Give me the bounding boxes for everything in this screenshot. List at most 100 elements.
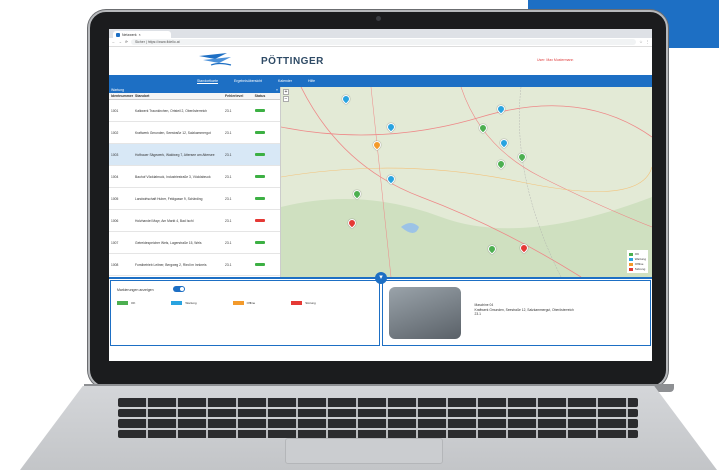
status-chip[interactable]: Wartung — [171, 301, 197, 305]
row-location: Forstbetrieb Leitner, Bergweg 2, Ried im… — [135, 262, 207, 267]
status-indicator — [255, 109, 265, 112]
row-id: 1008 — [111, 262, 119, 267]
zoom-out-button[interactable]: − — [283, 96, 289, 102]
keyboard-row — [118, 419, 638, 428]
chip-swatch — [117, 301, 128, 305]
column-level[interactable]: Fehlerlevel — [215, 94, 249, 98]
table-title: Wartung — [111, 88, 125, 92]
legend-swatch — [628, 252, 633, 256]
filter-icon[interactable]: ▾ — [375, 272, 387, 284]
legend-swatch — [628, 262, 633, 266]
machine-info: Maschine 04 Kraftwerk Gmunden, Seestraße… — [475, 303, 625, 317]
url-input[interactable]: Sicher | https://www.fidelio.at — [130, 39, 637, 45]
chip-swatch — [232, 301, 244, 305]
row-level: 23.1 — [225, 174, 232, 179]
marker-settings-panel: Markierungen anzeigen OK Wartung Offline St… — [110, 280, 380, 346]
table-row[interactable]: 1006 Holzhandel Mayr, Am Markt 4, Bad Isc… — [109, 210, 280, 232]
collapse-icon[interactable]: « — [276, 88, 278, 92]
machine-level: 23.1 — [474, 312, 481, 316]
row-location: Kraftwerk Gmunden, Seestraße 12, Salzkam… — [135, 130, 211, 135]
close-tab-icon[interactable]: × — [139, 33, 141, 37]
table-row[interactable]: 1002 Kraftwerk Gmunden, Seestraße 12, Sal… — [109, 122, 280, 144]
table-row[interactable]: 1003 Hofbauer Sägewerk, Waldweg 7, Atters… — [109, 144, 280, 166]
row-location: Holzhandel Mayr, Am Markt 4, Bad Ischl — [135, 218, 194, 223]
status-chips: OK Wartung Offline Störung — [117, 301, 316, 305]
row-id: 1001 — [111, 108, 119, 113]
keyboard-row — [118, 429, 638, 438]
url-text: Sicher | https://www.fidelio.at — [134, 40, 180, 44]
row-location: Getreidespeicher Wels, Lagerstraße 15, W… — [135, 240, 202, 245]
chip-label: Wartung — [185, 301, 197, 305]
fidelio-logo — [199, 53, 232, 66]
row-status — [249, 153, 271, 156]
table-row[interactable]: 1001 Kalkwerk Traunkirchen, Ortsteil 2, O… — [109, 100, 280, 122]
column-status[interactable]: Status — [249, 94, 271, 98]
table-row[interactable]: 1004 Bauhof Vöcklabruck, Industriestraße … — [109, 166, 280, 188]
chip-swatch — [291, 301, 303, 305]
main-content: Wartung « Identnummer Standort Fehlerlev… — [109, 87, 652, 277]
keyboard-row — [118, 408, 638, 417]
status-chip[interactable]: OK — [117, 301, 135, 305]
user-label[interactable]: User: Max Mustermann — [537, 58, 573, 62]
nav-map[interactable]: Standortkarte — [197, 79, 219, 84]
table-row[interactable]: 1007 Getreidespeicher Wels, Lagerstraße 1… — [109, 232, 280, 254]
row-level: 23.1 — [225, 152, 232, 157]
zoom-control: + − — [283, 89, 289, 102]
back-icon[interactable]: ← — [112, 40, 116, 44]
status-chip[interactable]: Störung — [291, 301, 316, 305]
star-icon[interactable]: ☆ — [639, 40, 642, 44]
legend-item: Wartung — [628, 257, 646, 261]
status-indicator — [255, 219, 265, 222]
table-row[interactable]: 1005 Landwirtschaft Huber, Feldgasse 9, S… — [109, 188, 280, 210]
row-status — [249, 219, 271, 222]
table-body: 1001 Kalkwerk Traunkirchen, Ortsteil 2, O… — [109, 100, 280, 276]
row-level: 23.1 — [225, 262, 232, 267]
column-id[interactable]: Identnummer — [109, 94, 135, 98]
legend-item: Offline — [628, 262, 646, 266]
menu-icon[interactable]: ⋮ — [646, 40, 650, 44]
nav-help[interactable]: Hilfe — [308, 79, 315, 83]
map-view[interactable]: + − OK Wartung Offline Störung — [281, 87, 652, 277]
legend-item: OK — [628, 252, 646, 256]
table-header: Identnummer Standort Fehlerlevel Status — [109, 93, 280, 100]
column-location[interactable]: Standort — [135, 94, 215, 98]
main-nav: Standortkarte Ergebnisübersicht Kalender… — [109, 75, 652, 87]
row-level: 23.1 — [225, 130, 232, 135]
row-id: 1005 — [111, 196, 119, 201]
toggle-label: Markierungen anzeigen — [117, 288, 154, 292]
row-location: Landwirtschaft Huber, Feldgasse 9, Schär… — [135, 196, 203, 201]
site-header: PÖTTINGER User: Max Mustermann — [109, 47, 652, 75]
machine-detail-panel: Maschine 04 Kraftwerk Gmunden, Seestraße… — [381, 280, 651, 346]
legend-item: Störung — [628, 267, 646, 271]
row-id: 1002 — [111, 130, 119, 135]
row-level: 23.1 — [225, 240, 232, 245]
forward-icon[interactable]: → — [119, 40, 123, 44]
machine-table: Wartung « Identnummer Standort Fehlerlev… — [109, 87, 281, 277]
bottom-panel: ▾ Markierungen anzeigen OK Wartung Offline… — [109, 272, 652, 347]
status-indicator — [255, 263, 265, 266]
row-location: Kalkwerk Traunkirchen, Ortsteil 2, Oberö… — [135, 108, 208, 113]
zoom-in-button[interactable]: + — [283, 89, 289, 95]
legend-label: Störung — [634, 267, 646, 271]
status-indicator — [255, 153, 265, 156]
status-indicator — [255, 197, 265, 200]
chip-label: Störung — [305, 301, 316, 305]
table-row[interactable]: 1008 Forstbetrieb Leitner, Bergweg 2, Rie… — [109, 254, 280, 276]
nav-overview[interactable]: Ergebnisübersicht — [234, 79, 262, 83]
legend-label: Offline — [634, 262, 644, 266]
row-id: 1007 — [111, 240, 119, 245]
browser-tab[interactable]: Netzwerk × — [113, 31, 171, 38]
markers-toggle[interactable] — [173, 286, 185, 292]
reload-icon[interactable]: ⟳ — [125, 40, 128, 44]
map-background — [281, 87, 652, 277]
screen-bottom-bar — [109, 361, 652, 365]
row-level: 23.1 — [225, 108, 232, 113]
legend-label: Wartung — [634, 257, 646, 261]
brand-title: PÖTTINGER — [261, 56, 324, 67]
keyboard-row — [118, 398, 638, 407]
status-indicator — [255, 131, 265, 134]
machine-image — [388, 287, 461, 339]
status-chip[interactable]: Offline — [232, 301, 255, 305]
browser-tab-bar: Netzwerk × — [109, 29, 652, 38]
nav-calendar[interactable]: Kalender — [278, 79, 292, 83]
